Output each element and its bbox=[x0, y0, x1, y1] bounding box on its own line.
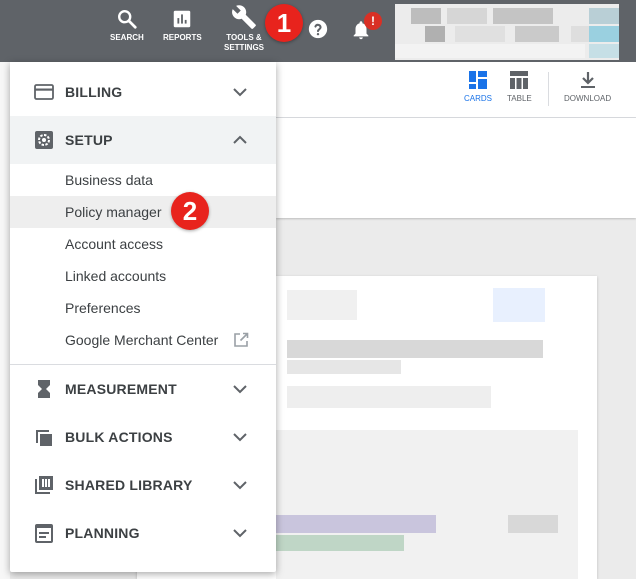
search-button[interactable]: SEARCH bbox=[110, 8, 144, 43]
search-icon bbox=[117, 10, 137, 29]
bulk-actions-label: BULK ACTIONS bbox=[65, 429, 173, 445]
account-info-redacted[interactable] bbox=[395, 4, 619, 60]
table-view-button[interactable]: TABLE bbox=[507, 70, 532, 103]
background-table bbox=[276, 430, 578, 579]
help-button[interactable] bbox=[307, 18, 329, 45]
account-access-label: Account access bbox=[65, 236, 164, 252]
measurement-label: MEASUREMENT bbox=[65, 381, 177, 397]
gear-icon bbox=[35, 131, 53, 149]
menu-item-google-merchant-center[interactable]: Google Merchant Center bbox=[10, 324, 276, 356]
menu-item-policy-manager[interactable]: Policy manager bbox=[10, 196, 276, 228]
menu-item-linked-accounts[interactable]: Linked accounts bbox=[10, 260, 276, 292]
download-label: DOWNLOAD bbox=[564, 94, 612, 103]
planner-icon bbox=[35, 524, 53, 543]
background-panel bbox=[276, 118, 636, 218]
table-label: TABLE bbox=[507, 94, 532, 103]
menu-section-billing[interactable]: BILLING bbox=[10, 68, 276, 116]
help-icon bbox=[308, 19, 328, 39]
menu-item-account-access[interactable]: Account access bbox=[10, 228, 276, 260]
step-callout-1: 1 bbox=[265, 4, 303, 42]
menu-section-measurement[interactable]: MEASUREMENT bbox=[10, 365, 276, 413]
chevron-down-icon bbox=[233, 88, 247, 97]
table-icon bbox=[510, 71, 529, 89]
search-label: SEARCH bbox=[110, 33, 144, 42]
notification-alert-badge: ! bbox=[364, 12, 382, 30]
policy-manager-label: Policy manager bbox=[65, 204, 162, 220]
left-edge-content bbox=[0, 62, 10, 579]
download-icon bbox=[580, 72, 595, 88]
bar-chart-icon bbox=[174, 10, 191, 28]
credit-card-icon bbox=[34, 84, 54, 100]
menu-section-planning[interactable]: PLANNING bbox=[10, 509, 276, 557]
chevron-down-icon bbox=[233, 481, 247, 490]
step-callout-2: 2 bbox=[171, 192, 209, 230]
cards-view-button[interactable]: CARDS bbox=[464, 70, 492, 103]
download-button[interactable]: DOWNLOAD bbox=[564, 70, 611, 103]
wrench-icon bbox=[232, 5, 256, 29]
cards-label: CARDS bbox=[464, 94, 493, 103]
tools-settings-label: TOOLS & SETTINGS bbox=[224, 33, 265, 52]
copy-stack-icon bbox=[36, 430, 52, 446]
setup-label: SETUP bbox=[65, 132, 113, 148]
hourglass-icon bbox=[38, 380, 50, 398]
billing-label: BILLING bbox=[65, 84, 123, 100]
top-navigation-bar: SEARCH REPORTS TOOLS & SETTINGS ! bbox=[0, 0, 636, 62]
business-data-label: Business data bbox=[65, 172, 153, 188]
chevron-down-icon bbox=[233, 385, 247, 394]
reports-button[interactable]: REPORTS bbox=[163, 8, 202, 43]
menu-section-shared-library[interactable]: SHARED LIBRARY bbox=[10, 461, 276, 509]
toolbar-divider bbox=[548, 72, 549, 106]
menu-item-preferences[interactable]: Preferences bbox=[10, 292, 276, 324]
chevron-down-icon bbox=[233, 433, 247, 442]
google-merchant-center-label: Google Merchant Center bbox=[65, 332, 219, 348]
shared-library-label: SHARED LIBRARY bbox=[65, 477, 193, 493]
view-toolbar: CARDS TABLE DOWNLOAD bbox=[276, 62, 636, 118]
cards-grid-icon bbox=[469, 71, 487, 89]
library-icon bbox=[35, 476, 53, 494]
menu-item-business-data[interactable]: Business data bbox=[10, 164, 276, 196]
planning-label: PLANNING bbox=[65, 525, 140, 541]
chevron-down-icon bbox=[233, 529, 247, 538]
tools-settings-button[interactable]: TOOLS & SETTINGS bbox=[224, 4, 264, 53]
tools-settings-menu: BILLING SETUP Business data Policy manag… bbox=[10, 62, 276, 572]
external-link-icon bbox=[234, 332, 249, 347]
chevron-up-icon bbox=[233, 135, 247, 144]
menu-section-setup[interactable]: SETUP bbox=[10, 116, 276, 164]
preferences-label: Preferences bbox=[65, 300, 141, 316]
linked-accounts-label: Linked accounts bbox=[65, 268, 167, 284]
menu-section-bulk-actions[interactable]: BULK ACTIONS bbox=[10, 413, 276, 461]
reports-label: REPORTS bbox=[163, 33, 202, 42]
